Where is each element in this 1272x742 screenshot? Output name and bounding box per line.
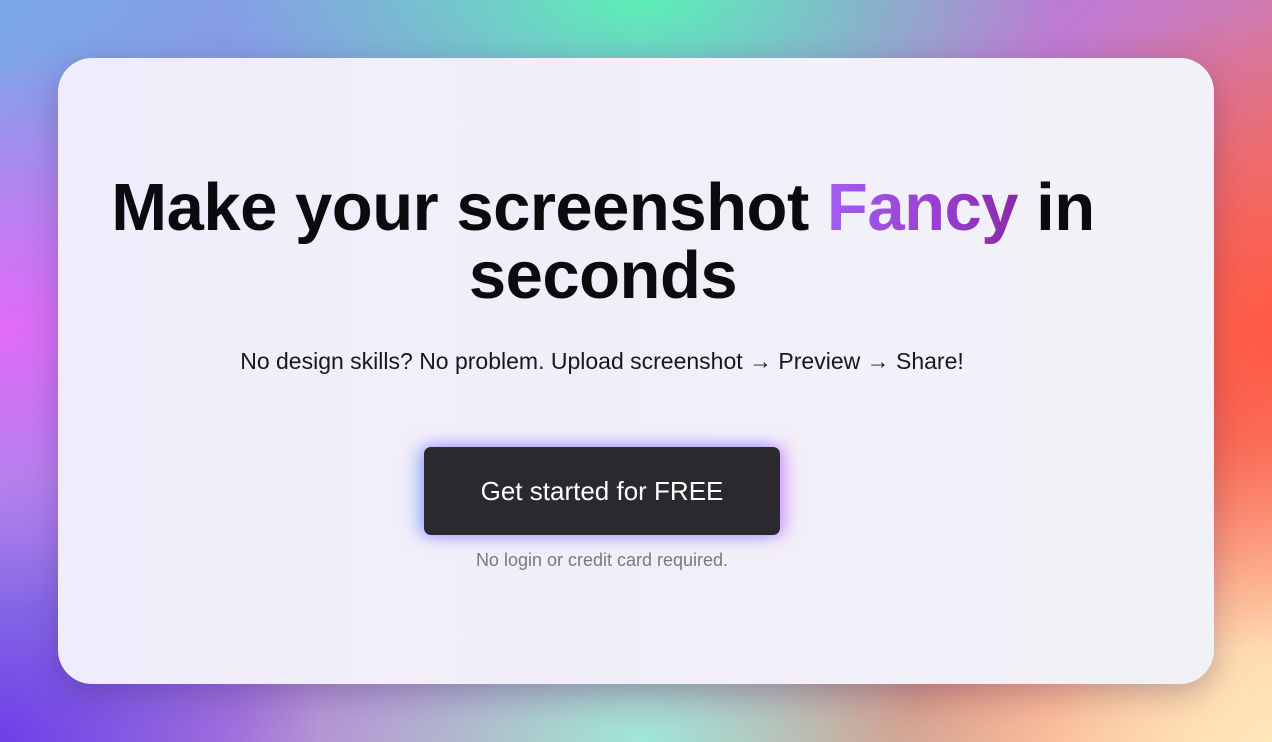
headline-text-start: Make your screenshot <box>111 170 827 245</box>
hero-headline: Make your screenshot Fancy in seconds <box>58 174 1148 310</box>
headline-text-end: in <box>1018 170 1095 245</box>
no-login-note: No login or credit card required. <box>475 550 729 570</box>
hero-card: Make your screenshot Fancy in seconds No … <box>58 58 1214 684</box>
headline-highlight: Fancy <box>826 170 1019 245</box>
hero-subtitle: No design skills? No problem. Upload scr… <box>240 348 964 374</box>
headline-line-two: seconds <box>468 238 738 313</box>
get-started-button[interactable]: Get started for FREE <box>424 447 780 535</box>
